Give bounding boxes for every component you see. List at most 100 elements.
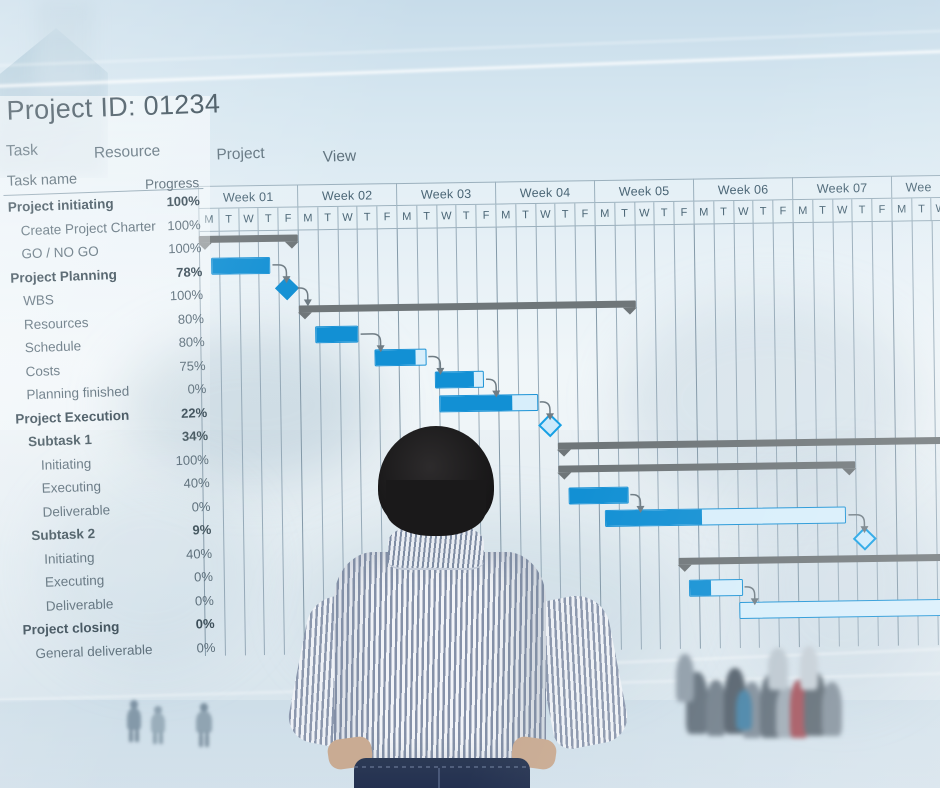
day-header-cell[interactable]: T bbox=[257, 207, 278, 232]
day-header-cell[interactable]: F bbox=[475, 204, 496, 228]
task-rows: Project initiating 100% Create Project Cha… bbox=[3, 189, 219, 666]
day-header-cell[interactable]: M bbox=[792, 199, 813, 224]
background-pedestrian bbox=[126, 700, 142, 742]
day-header-cell[interactable]: W bbox=[930, 197, 940, 222]
task-progress-cell: 34% bbox=[181, 428, 209, 445]
task-name-cell: Create Project Charter bbox=[20, 218, 156, 239]
day-header-cell[interactable]: M bbox=[396, 205, 417, 230]
day-header-cell[interactable]: T bbox=[317, 206, 338, 231]
day-header-cell[interactable]: F bbox=[277, 207, 298, 231]
task-progress-cell: 0% bbox=[194, 592, 214, 609]
day-header-cell[interactable]: T bbox=[356, 206, 377, 230]
person-head bbox=[378, 426, 494, 536]
day-header-cell[interactable]: M bbox=[693, 201, 714, 225]
week-header-cell[interactable]: Week 01 bbox=[198, 184, 298, 209]
day-header-cell[interactable]: T bbox=[455, 204, 476, 229]
task-progress-cell: 80% bbox=[177, 310, 205, 327]
task-name-cell: Project Planning bbox=[10, 266, 118, 286]
week-header-cell[interactable]: Week 06 bbox=[692, 177, 793, 202]
task-name-cell: WBS bbox=[22, 292, 55, 309]
day-header-cell[interactable]: F bbox=[376, 206, 397, 230]
column-header-task-name: Task name bbox=[6, 171, 78, 190]
week-header-cell[interactable]: Week 07 bbox=[791, 175, 892, 201]
task-name-cell: Initiating bbox=[40, 455, 92, 473]
day-header-cell[interactable]: T bbox=[811, 199, 833, 223]
day-header-cell[interactable]: F bbox=[871, 198, 892, 223]
week-header-cell[interactable]: Week 02 bbox=[296, 183, 397, 208]
dependency-link bbox=[297, 287, 309, 301]
task-name-cell: GO / NO GO bbox=[21, 243, 100, 262]
person-jeans bbox=[354, 758, 530, 788]
task-progress-cell: 22% bbox=[180, 404, 208, 421]
dependency-arrowhead bbox=[860, 526, 869, 534]
task-name-cell: Subtask 1 bbox=[27, 432, 93, 450]
day-header-cell[interactable]: F bbox=[574, 203, 595, 227]
task-progress-cell: 100% bbox=[169, 287, 204, 304]
task-name-cell: General deliverable bbox=[35, 641, 153, 661]
task-progress-cell: 100% bbox=[167, 240, 202, 257]
menu-item-project[interactable]: Project bbox=[216, 145, 265, 165]
dependency-link bbox=[744, 586, 756, 600]
task-name-cell: Project Execution bbox=[15, 407, 130, 427]
day-header-cell[interactable]: W bbox=[534, 203, 555, 228]
day-header-cell[interactable]: T bbox=[218, 208, 239, 232]
dependency-arrowhead bbox=[303, 299, 312, 307]
dependency-link bbox=[630, 493, 642, 507]
day-header-cell[interactable]: T bbox=[653, 201, 674, 226]
day-header-cell[interactable]: T bbox=[713, 201, 734, 225]
day-header-cell[interactable]: T bbox=[416, 205, 437, 229]
task-name-cell: Schedule bbox=[24, 338, 82, 356]
task-name-cell: Initiating bbox=[43, 549, 95, 567]
week-header-cell[interactable]: Week 05 bbox=[593, 178, 694, 204]
task-progress-cell: 100% bbox=[166, 193, 201, 210]
dependency-arrowhead bbox=[750, 598, 759, 606]
day-header-cell[interactable]: T bbox=[554, 203, 575, 227]
dependency-link bbox=[486, 378, 497, 392]
day-header-cell[interactable]: W bbox=[831, 199, 852, 223]
day-header-cell[interactable]: W bbox=[633, 202, 654, 226]
week-header-cell[interactable]: Week 04 bbox=[494, 180, 595, 205]
day-header-cell[interactable]: M bbox=[891, 198, 912, 222]
dependency-arrowhead bbox=[376, 345, 385, 353]
day-header-cell[interactable]: F bbox=[772, 200, 793, 224]
dependency-link bbox=[272, 264, 288, 278]
menu-item-resource[interactable]: Resource bbox=[94, 142, 161, 162]
background-pedestrian bbox=[195, 703, 213, 747]
day-header-cell[interactable]: W bbox=[435, 205, 457, 229]
task-table: Project ID: 01234 Task Resource Project Vie… bbox=[0, 88, 357, 666]
dependency-arrowhead bbox=[436, 367, 445, 375]
task-progress-cell: 100% bbox=[175, 451, 210, 468]
menu-item-view[interactable]: View bbox=[323, 148, 357, 167]
menu-item-task[interactable]: Task bbox=[6, 142, 38, 161]
day-header-cell[interactable]: T bbox=[752, 200, 773, 224]
day-header-cell[interactable]: W bbox=[237, 208, 259, 232]
day-header-cell[interactable]: T bbox=[910, 198, 932, 222]
task-name-cell: Executing bbox=[44, 572, 105, 590]
task-name-cell: Deliverable bbox=[42, 502, 111, 520]
day-header-cell[interactable]: T bbox=[515, 204, 536, 228]
person-torso bbox=[334, 552, 546, 768]
task-progress-cell: 0% bbox=[195, 616, 215, 632]
day-header-cell[interactable]: F bbox=[673, 201, 694, 225]
task-progress-cell: 100% bbox=[167, 216, 201, 233]
day-header-cell[interactable]: T bbox=[851, 199, 872, 223]
dependency-link bbox=[848, 514, 866, 528]
task-name-cell: Project initiating bbox=[7, 196, 114, 216]
dependency-arrowhead bbox=[636, 505, 645, 513]
task-name-cell: Executing bbox=[41, 478, 102, 497]
task-progress-cell: 75% bbox=[179, 357, 206, 374]
task-progress-cell: 40% bbox=[185, 545, 213, 562]
menu-bar: Task Resource Project View bbox=[2, 136, 357, 166]
week-header-cell[interactable]: Wee bbox=[890, 174, 940, 199]
task-progress-cell: 0% bbox=[187, 381, 207, 397]
day-header-cell[interactable]: M bbox=[594, 202, 615, 227]
task-progress-cell: 78% bbox=[175, 263, 203, 280]
day-header-cell[interactable]: T bbox=[614, 202, 635, 226]
dependency-link bbox=[360, 333, 382, 347]
day-header-cell[interactable]: W bbox=[336, 206, 358, 230]
week-header-cell[interactable]: Week 03 bbox=[395, 181, 496, 207]
day-header-cell[interactable]: M bbox=[297, 207, 318, 231]
day-header-cell[interactable]: M bbox=[495, 204, 516, 228]
task-name-cell: Costs bbox=[25, 362, 61, 380]
day-header-cell[interactable]: W bbox=[732, 200, 753, 225]
